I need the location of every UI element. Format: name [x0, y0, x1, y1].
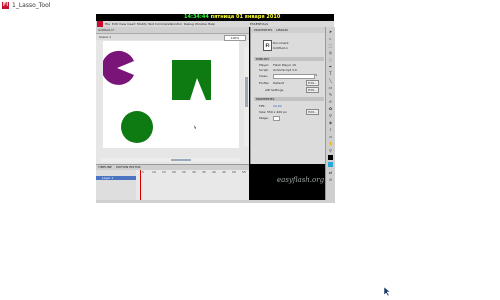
timestamp-time: 14:34:44 — [184, 14, 209, 20]
class-input[interactable] — [273, 74, 315, 79]
bone-tool-icon[interactable]: ⚲ — [328, 113, 333, 118]
frame-number: 55 — [242, 170, 246, 174]
frame-number: 40 — [212, 170, 216, 174]
frame-number: 30 — [192, 170, 196, 174]
scene-label[interactable]: Scene 1 — [99, 34, 111, 40]
timestamp-date: пятница 01 января 2010 — [210, 14, 281, 20]
vertical-scrollbar[interactable] — [244, 47, 249, 147]
frame-number: 35 — [202, 170, 206, 174]
profile-value: Default — [273, 81, 284, 85]
size-value: 550 x 400 px — [267, 110, 287, 114]
fps-label: FPS: — [259, 104, 266, 108]
tools-panel: ➤ ▹ ⬚ ◎ ◌ ✒ T ╲ ▭ ✎ ✍ ✿ ⚲ ◈ ⌇ ▱ ✋ ⚲ ⇄ ⊙ — [325, 27, 335, 203]
zoom-tool-icon[interactable]: ⚲ — [328, 148, 333, 153]
panel-tabs: PROPERTIES LIBRARY — [251, 27, 326, 33]
frame-ruler[interactable]: 5 10 15 20 25 30 35 40 45 50 55 — [138, 170, 249, 201]
player-value: Flash Player 10 — [273, 63, 296, 67]
eraser-tool-icon[interactable]: ▱ — [328, 134, 333, 139]
class-label: Class: — [259, 74, 268, 78]
swap-colors-icon[interactable]: ⇄ — [328, 170, 333, 175]
purple-pacman-shape[interactable] — [103, 50, 134, 85]
fps-value[interactable]: 24.00 — [273, 104, 282, 108]
3d-rotation-tool-icon[interactable]: ◎ — [328, 50, 333, 55]
air-edit-button[interactable]: Edit... — [306, 87, 319, 93]
size-label: Size: — [259, 110, 267, 114]
text-tool-icon[interactable]: T — [328, 71, 333, 76]
air-settings-label: AIR Settings — [265, 88, 284, 92]
script-value: ActionScript 3.0 — [273, 68, 297, 72]
timestamp-overlay: 14:34:44 пятница 01 января 2010 — [184, 14, 280, 21]
mouse-cursor-icon — [384, 287, 391, 297]
frame-number: 5 — [142, 170, 144, 174]
selection-tool-icon[interactable]: ➤ — [328, 29, 333, 34]
green-notched-rectangle[interactable] — [172, 60, 211, 100]
horizontal-scroll-thumb[interactable] — [171, 159, 191, 161]
flash-app-icon: Fl — [2, 2, 9, 9]
frame-number: 10 — [152, 170, 156, 174]
vertical-scroll-thumb[interactable] — [245, 77, 248, 107]
pen-cursor-icon — [194, 125, 196, 129]
layer-row[interactable]: Layer 1 — [96, 176, 136, 180]
window-titlebar: Fl 1_Lasso_Tool — [0, 0, 500, 11]
doc-name: Untitled-1 — [273, 46, 288, 50]
profile-label: Profile: — [259, 81, 270, 85]
document-tab-label: Untitled-1* — [98, 28, 115, 32]
stage-canvas — [103, 50, 211, 143]
pencil-tool-icon[interactable]: ✎ — [328, 92, 333, 97]
paint-bucket-tool-icon[interactable]: ◈ — [328, 120, 333, 125]
hand-tool-icon[interactable]: ✋ — [328, 141, 333, 146]
doc-type: Document — [273, 41, 289, 45]
deco-tool-icon[interactable]: ✿ — [328, 106, 333, 111]
green-circle-shape[interactable] — [121, 111, 153, 143]
lasso-tool-icon[interactable]: ◌ — [328, 57, 333, 62]
timestamp-bar: 14:34:44 пятница 01 января 2010 — [96, 14, 334, 21]
frame-number: 15 — [162, 170, 166, 174]
brush-tool-icon[interactable]: ✍ — [328, 99, 333, 104]
frame-number: 45 — [222, 170, 226, 174]
layer-name: Layer 1 — [102, 176, 114, 180]
subselection-tool-icon[interactable]: ▹ — [328, 36, 333, 41]
pencil-icon[interactable]: ✎ — [315, 73, 318, 77]
properties-section-header[interactable]: PROPERTIES — [254, 97, 324, 101]
stage-color-swatch[interactable] — [273, 116, 280, 121]
horizontal-scrollbar[interactable] — [101, 158, 241, 162]
free-transform-tool-icon[interactable]: ⬚ — [328, 43, 333, 48]
layer-list: Layer 1 — [96, 170, 136, 201]
playhead[interactable] — [140, 170, 141, 201]
profile-edit-button[interactable]: Edit... — [306, 80, 319, 86]
pen-tool-icon[interactable]: ✒ — [328, 64, 333, 69]
tab-properties[interactable]: PROPERTIES — [254, 27, 272, 33]
document-tab[interactable]: Untitled-1* — [96, 27, 249, 34]
publish-section-header[interactable]: PUBLISH — [254, 57, 324, 61]
stroke-color-swatch[interactable] — [328, 155, 333, 160]
tab-library[interactable]: LIBRARY — [276, 27, 288, 33]
timeline-panel: TIMELINE MOTION EDITOR Layer 1 5 10 15 2… — [96, 164, 249, 201]
stage[interactable] — [103, 41, 239, 148]
rectangle-tool-icon[interactable]: ▭ — [328, 85, 333, 90]
watermark: easyflash.org — [277, 176, 325, 184]
frame-number: 20 — [172, 170, 176, 174]
fill-color-swatch[interactable] — [328, 162, 333, 167]
size-edit-button[interactable]: Edit... — [306, 109, 319, 115]
status-strip — [96, 200, 334, 203]
script-label: Script: — [259, 68, 269, 72]
document-area: Untitled-1* Scene 1 100% — [96, 27, 249, 164]
snap-icon[interactable]: ⊙ — [328, 177, 333, 182]
document-icon: Fl — [263, 40, 272, 51]
properties-panel: PROPERTIES LIBRARY Fl Document Untitled-… — [250, 27, 326, 164]
player-label: Player: — [259, 63, 270, 67]
video-frame: 14:34:44 пятница 01 января 2010 File Edi… — [96, 14, 335, 203]
frame-number: 50 — [232, 170, 236, 174]
line-tool-icon[interactable]: ╲ — [328, 78, 333, 83]
window-title: 1_Lasso_Tool — [12, 2, 51, 9]
frame-number: 25 — [182, 170, 186, 174]
edit-bar: Scene 1 100% — [96, 34, 249, 41]
eyedropper-tool-icon[interactable]: ⌇ — [328, 127, 333, 132]
stage-label: Stage: — [259, 116, 269, 120]
